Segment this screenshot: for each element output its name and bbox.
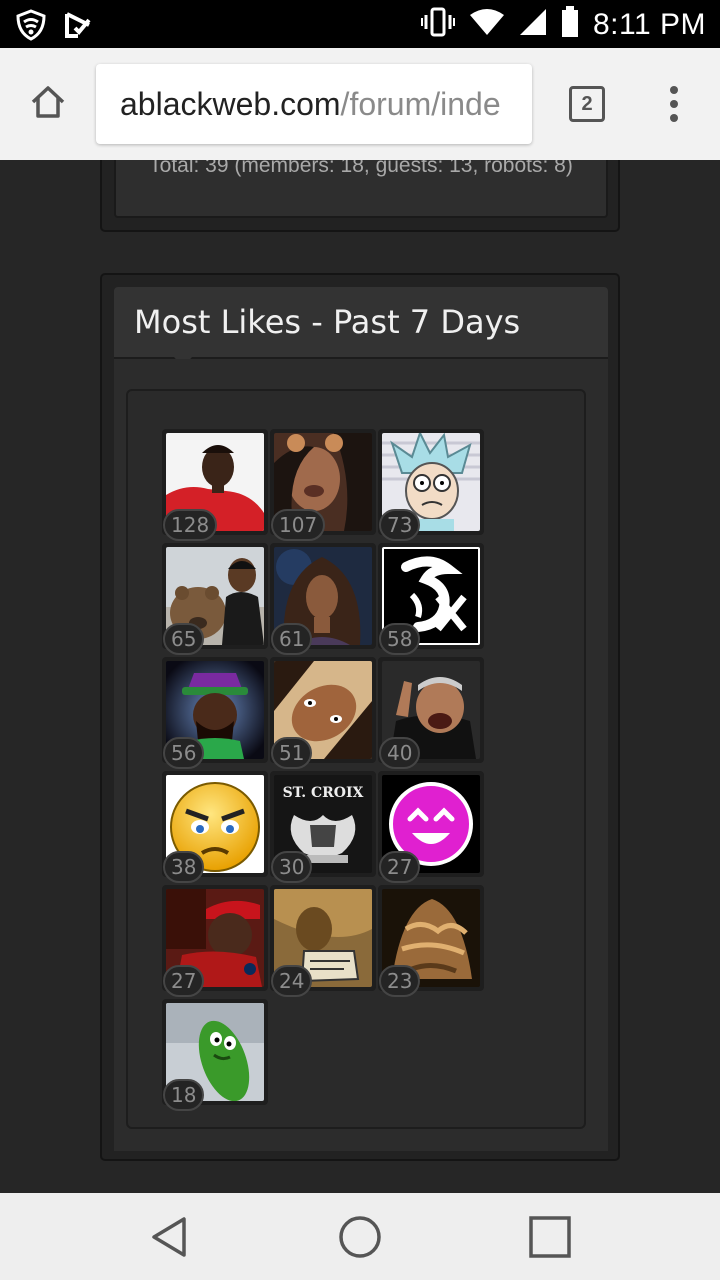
like-count-badge: 24 (271, 965, 313, 997)
user-tile[interactable]: 58 (378, 543, 484, 655)
back-button[interactable] (146, 1213, 194, 1261)
wifi-icon (469, 7, 505, 42)
menu-dot-icon (670, 86, 678, 94)
forum-page: Total: 39 (members: 18, guests: 13, robo… (0, 160, 720, 1193)
lookout-shield-icon (14, 8, 48, 47)
st-croix-text: ST. CROIX (283, 785, 364, 801)
checklist-icon (64, 11, 92, 44)
user-tile[interactable]: 61 (270, 543, 376, 655)
online-total: Total: 39 (members: 18, guests: 13, robo… (149, 160, 573, 177)
online-panel-inner: Total: 39 (members: 18, guests: 13, robo… (114, 160, 608, 218)
like-count-badge: 23 (379, 965, 421, 997)
likes-grid: 128 107 73 65 61 58 56 51 40 38 ST. CROI… (126, 389, 586, 1129)
user-tile[interactable]: 128 (162, 429, 268, 541)
like-count-badge: 40 (379, 737, 421, 769)
url-bar[interactable]: ablackweb.com/forum/inde (96, 64, 532, 144)
like-count-badge: 27 (163, 965, 205, 997)
url-host: ablackweb.com (120, 86, 341, 122)
like-count-badge: 65 (163, 623, 205, 655)
user-tile[interactable]: 40 (378, 657, 484, 769)
home-icon (28, 82, 68, 127)
most-likes-panel: Most Likes - Past 7 Days 128 107 73 65 6… (100, 273, 620, 1161)
like-count-badge: 18 (163, 1079, 205, 1111)
battery-icon (561, 6, 579, 43)
overflow-menu-button[interactable] (660, 84, 688, 124)
like-count-badge: 58 (379, 623, 421, 655)
like-count-badge: 128 (163, 509, 218, 541)
home-circle-icon (336, 1216, 384, 1265)
like-count-badge: 38 (163, 851, 205, 883)
user-tile[interactable]: 24 (270, 885, 376, 997)
user-tile[interactable]: 27 (378, 771, 484, 883)
home-button[interactable] (26, 82, 70, 126)
recents-square-icon (526, 1216, 574, 1265)
most-likes-body: 128 107 73 65 61 58 56 51 40 38 ST. CROI… (114, 359, 608, 1151)
like-count-badge: 73 (379, 509, 421, 541)
browser-toolbar: ablackweb.com/forum/inde 2 (0, 48, 720, 160)
like-count-badge: 56 (163, 737, 205, 769)
android-nav-bar (0, 1193, 720, 1280)
user-tile[interactable]: 27 (162, 885, 268, 997)
user-tile[interactable]: 56 (162, 657, 268, 769)
status-bar: 8:11 PM (0, 0, 720, 48)
recents-button[interactable] (526, 1213, 574, 1261)
tab-switcher-button[interactable]: 2 (569, 86, 605, 122)
like-count-badge: 51 (271, 737, 313, 769)
like-count-badge: 61 (271, 623, 313, 655)
menu-dot-icon (670, 114, 678, 122)
most-likes-header: Most Likes - Past 7 Days (114, 287, 608, 367)
like-count-badge: 30 (271, 851, 313, 883)
clock: 8:11 PM (593, 7, 706, 41)
like-count-badge: 107 (271, 509, 326, 541)
menu-dot-icon (670, 100, 678, 108)
online-panel: Total: 39 (members: 18, guests: 13, robo… (100, 160, 620, 232)
user-tile[interactable]: 51 (270, 657, 376, 769)
most-likes-title: Most Likes - Past 7 Days (134, 303, 521, 341)
cell-signal-icon (519, 7, 547, 42)
user-tile[interactable]: 107 (270, 429, 376, 541)
user-tile[interactable]: 73 (378, 429, 484, 541)
user-tile[interactable]: 18 (162, 999, 268, 1111)
like-count-badge: 27 (379, 851, 421, 883)
user-tile[interactable]: 38 (162, 771, 268, 883)
user-tile[interactable]: 23 (378, 885, 484, 997)
url-path: /forum/inde (340, 86, 501, 122)
user-tile[interactable]: 65 (162, 543, 268, 655)
home-nav-button[interactable] (336, 1213, 384, 1261)
back-triangle-icon (146, 1217, 194, 1265)
vibrate-icon (421, 7, 455, 42)
user-tile[interactable]: ST. CROIX 30 (270, 771, 376, 883)
